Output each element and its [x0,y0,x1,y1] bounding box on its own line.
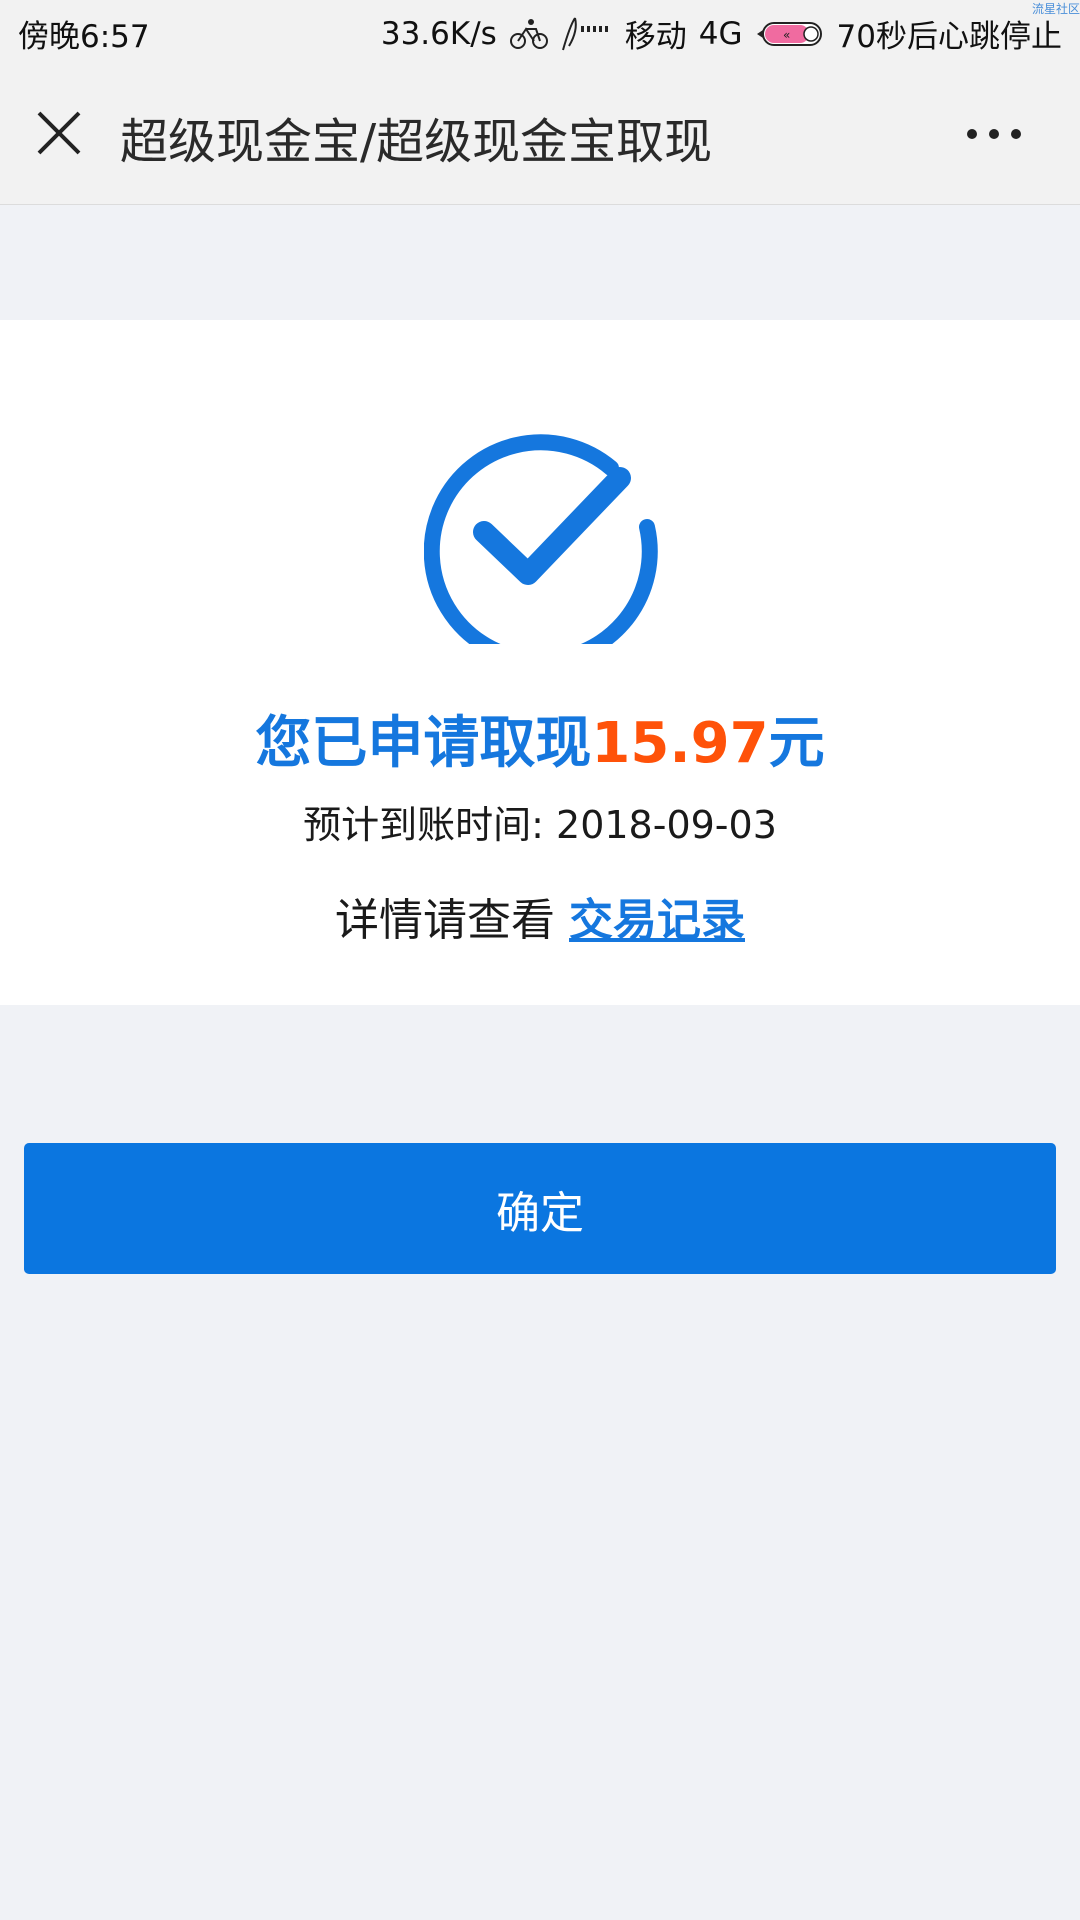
battery-icon: « [755,19,825,49]
status-time: 傍晚6:57 [18,19,150,55]
details-text: 详情请查看 [335,895,555,946]
withdraw-amount: 15.97 [591,711,769,776]
headline-prefix: 您已申请取现 [255,711,592,776]
nav-bar: 超级现金宝/超级现金宝取现 [0,62,1080,205]
withdraw-headline: 您已申请取现15.97元 [0,698,1080,779]
confirm-button[interactable]: 确定 [24,1143,1056,1274]
arrival-time: 预计到账时间: 2018-09-03 [0,794,1080,849]
eta-date: 2018-09-03 [556,803,777,847]
bicycle-icon [509,17,549,51]
more-icon[interactable] [964,126,1024,142]
carrier-label: 移动 [624,19,687,55]
transaction-record-link[interactable]: 交易记录 [569,895,745,946]
check-circle-icon [423,410,658,669]
close-icon[interactable] [34,108,84,158]
status-bar: 傍晚6:57 33.6K/s 移动 4G « 70秒后心跳停止 流星社区 [0,0,1080,62]
heart-countdown: 70秒后心跳停止 [836,19,1062,55]
svg-text:«: « [783,28,790,42]
currency-unit: 元 [768,711,825,776]
signal-icon [561,16,613,52]
status-right: 33.6K/s 移动 4G « 70秒后心跳停止 [369,11,1062,56]
eta-label: 预计到账时间: [303,803,544,847]
watermark: 流星社区 [1031,2,1080,16]
result-card: 您已申请取现15.97元 预计到账时间: 2018-09-03 详情请查看 交易… [0,320,1080,1005]
page-title: 超级现金宝/超级现金宝取现 [120,114,713,170]
network-speed: 33.6K/s [380,15,497,52]
details-line: 详情请查看 交易记录 [0,884,1080,948]
network-type: 4G [698,15,743,52]
